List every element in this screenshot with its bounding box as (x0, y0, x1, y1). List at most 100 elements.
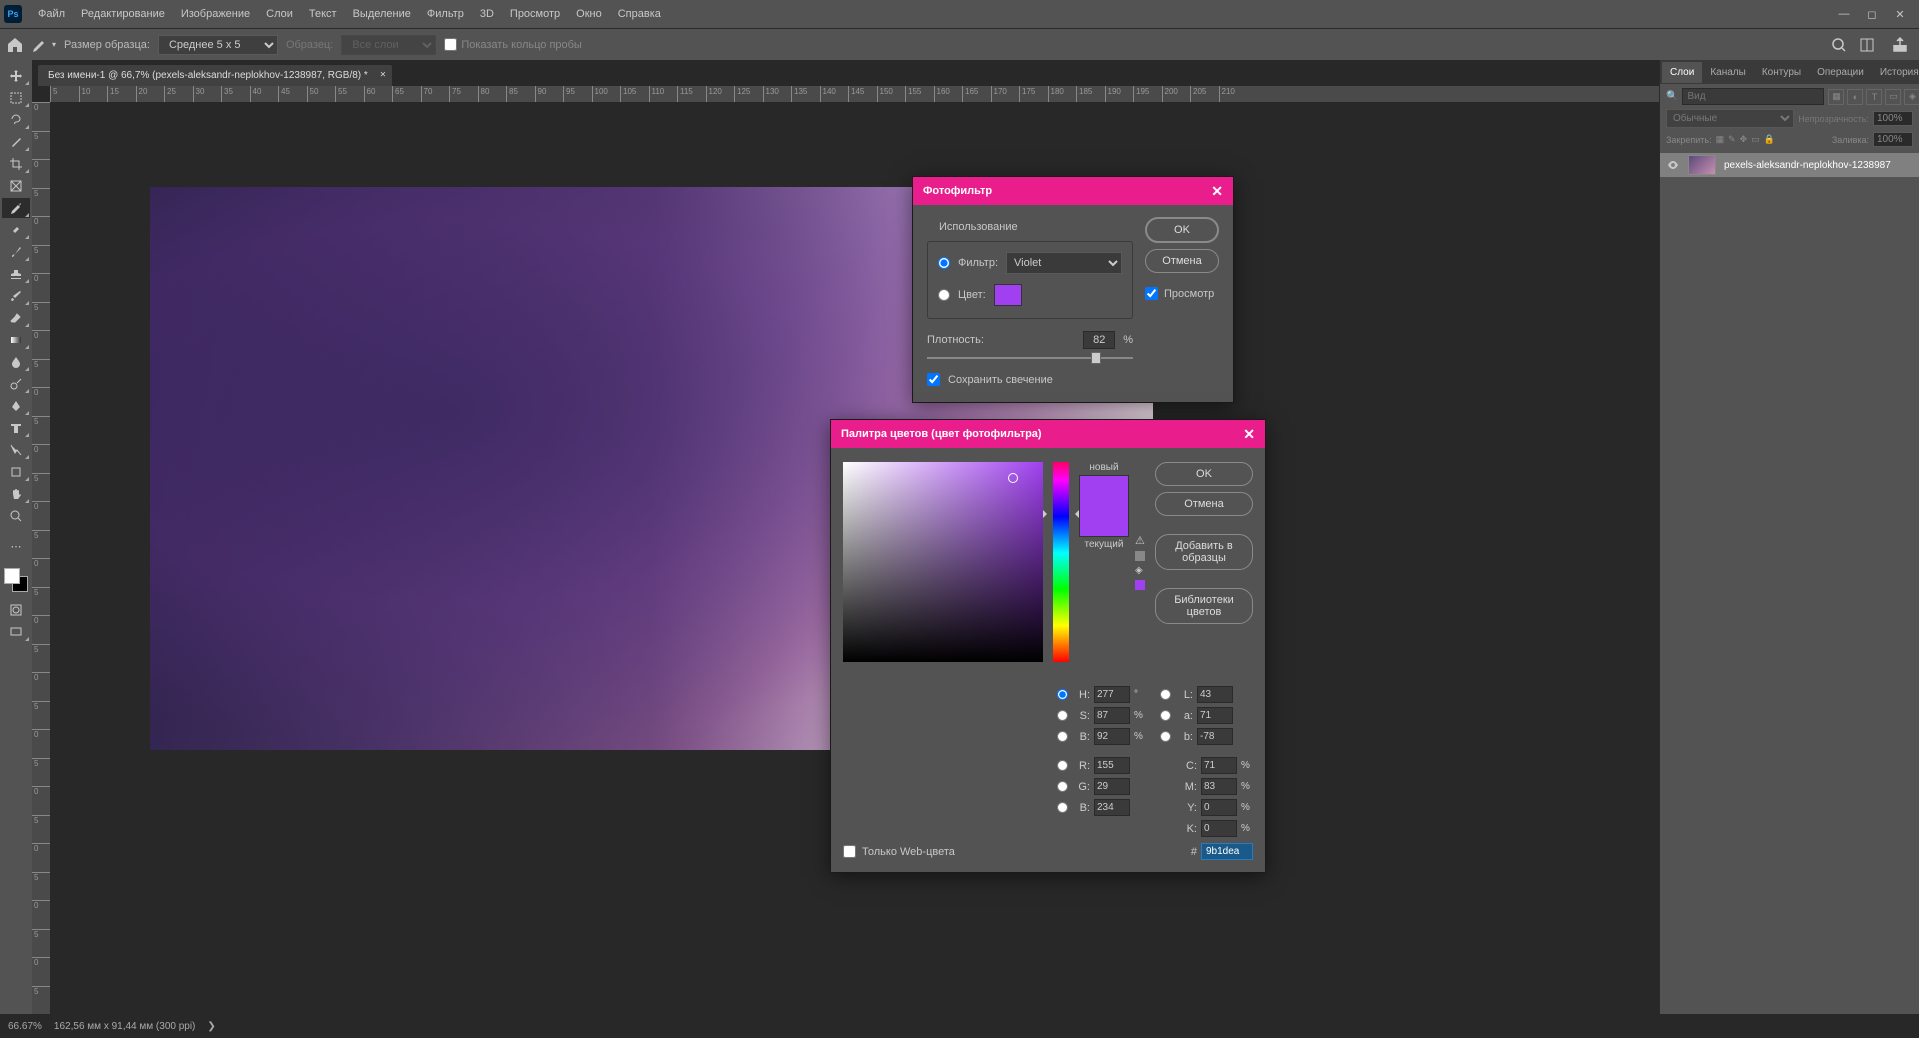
lock-move-icon[interactable]: ✥ (1740, 134, 1748, 145)
color-swatch[interactable] (994, 284, 1022, 306)
density-input[interactable] (1083, 331, 1115, 349)
home-icon[interactable] (6, 36, 24, 54)
menu-text[interactable]: Текст (301, 4, 345, 24)
healing-tool[interactable] (2, 220, 30, 240)
menu-edit[interactable]: Редактирование (73, 4, 173, 24)
y-input[interactable] (1201, 799, 1237, 816)
lasso-tool[interactable] (2, 110, 30, 130)
h-input[interactable] (1094, 686, 1130, 703)
a-input[interactable] (1197, 707, 1233, 724)
tab-channels[interactable]: Каналы (1702, 62, 1754, 83)
filter-smart-icon[interactable]: ◈ (1904, 89, 1919, 105)
hex-input[interactable] (1201, 843, 1253, 860)
fill-input[interactable] (1873, 132, 1913, 147)
screenmode-icon[interactable] (2, 622, 30, 642)
menu-image[interactable]: Изображение (173, 4, 258, 24)
lock-pixels-icon[interactable]: ▦ (1716, 134, 1725, 145)
stamp-tool[interactable] (2, 264, 30, 284)
gamut-warning-icon[interactable]: ⚠ (1135, 534, 1145, 547)
show-ring-check[interactable] (444, 38, 457, 51)
opacity-input[interactable] (1873, 111, 1913, 126)
visibility-icon[interactable] (1666, 158, 1680, 172)
wand-tool[interactable] (2, 132, 30, 152)
web-only-check[interactable] (843, 845, 856, 858)
g-radio[interactable] (1057, 781, 1068, 792)
type-tool[interactable] (2, 418, 30, 438)
c-input[interactable] (1201, 757, 1237, 774)
sample-select[interactable]: Все слои (341, 35, 436, 55)
hand-tool[interactable] (2, 484, 30, 504)
marquee-tool[interactable] (2, 88, 30, 108)
filter-shape-icon[interactable]: ▭ (1885, 89, 1901, 105)
lock-artboard-icon[interactable]: ▭ (1751, 134, 1760, 145)
color-swatches[interactable] (4, 568, 28, 592)
doc-dimensions[interactable]: 162,56 мм x 91,44 мм (300 ppi) (54, 1021, 195, 1032)
move-tool[interactable] (2, 66, 30, 86)
sample-size-select[interactable]: Среднее 5 x 5 (158, 35, 278, 55)
eraser-tool[interactable] (2, 308, 30, 328)
blur-tool[interactable] (2, 352, 30, 372)
r-radio[interactable] (1057, 760, 1068, 771)
menu-3d[interactable]: 3D (472, 4, 502, 24)
tab-actions[interactable]: Операции (1809, 62, 1872, 83)
menu-window[interactable]: Окно (568, 4, 610, 24)
zoom-level[interactable]: 66.67% (8, 1021, 42, 1032)
filter-select[interactable]: Violet (1006, 252, 1122, 274)
dialog-header[interactable]: Фотофильтр ✕ (913, 177, 1233, 205)
websafe-swatch[interactable] (1135, 580, 1145, 590)
menu-select[interactable]: Выделение (345, 4, 419, 24)
filter-adjust-icon[interactable]: ◐ (1847, 89, 1863, 105)
pen-tool[interactable] (2, 396, 30, 416)
l-input[interactable] (1197, 686, 1233, 703)
menu-filter[interactable]: Фильтр (419, 4, 472, 24)
add-swatch-button[interactable]: Добавить в образцы (1155, 534, 1253, 570)
tool-preset[interactable]: ▾ (32, 37, 56, 53)
search-icon[interactable] (1831, 37, 1847, 53)
layer-search-input[interactable] (1682, 88, 1824, 105)
share-icon[interactable] (1891, 36, 1909, 54)
l-radio[interactable] (1160, 689, 1171, 700)
arrange-icon[interactable] (1859, 37, 1875, 53)
filter-type-icon[interactable]: T (1866, 89, 1882, 105)
menu-help[interactable]: Справка (610, 4, 669, 24)
maximize-icon[interactable]: ◻ (1865, 7, 1879, 21)
eyedropper-tool[interactable] (2, 198, 30, 218)
b3-input[interactable] (1197, 728, 1233, 745)
history-brush-tool[interactable] (2, 286, 30, 306)
tab-layers[interactable]: Слои (1662, 62, 1702, 83)
r-input[interactable] (1094, 757, 1130, 774)
color-cursor[interactable] (1008, 473, 1018, 483)
b2-input[interactable] (1094, 799, 1130, 816)
m-input[interactable] (1201, 778, 1237, 795)
filter-pixel-icon[interactable]: ▦ (1828, 89, 1844, 105)
frame-tool[interactable] (2, 176, 30, 196)
web-only-checkbox[interactable]: Только Web-цвета (843, 845, 955, 858)
minimize-icon[interactable]: — (1837, 7, 1851, 21)
brush-tool[interactable] (2, 242, 30, 262)
s-radio[interactable] (1057, 710, 1068, 721)
gamut-swatch[interactable] (1135, 551, 1145, 561)
b-input[interactable] (1094, 728, 1130, 745)
lock-all-icon[interactable]: 🔒 (1764, 134, 1775, 145)
dodge-tool[interactable] (2, 374, 30, 394)
luminosity-checkbox[interactable] (927, 373, 940, 386)
fg-color-swatch[interactable] (4, 568, 20, 584)
zoom-tool[interactable] (2, 506, 30, 526)
cancel-button[interactable]: Отмена (1155, 492, 1253, 516)
path-tool[interactable] (2, 440, 30, 460)
websafe-warning-icon[interactable]: ◈ (1135, 565, 1145, 576)
status-arrow-icon[interactable]: ❯ (207, 1021, 215, 1032)
document-tab[interactable]: Без имени-1 @ 66,7% (pexels-aleksandr-ne… (38, 65, 392, 86)
gradient-tool[interactable] (2, 330, 30, 350)
b3-radio[interactable] (1160, 731, 1171, 742)
edit-toolbar-icon[interactable]: ⋯ (2, 536, 30, 556)
menu-layers[interactable]: Слои (258, 4, 301, 24)
k-input[interactable] (1201, 820, 1237, 837)
layer-item[interactable]: pexels-aleksandr-neplokhov-1238987 (1660, 153, 1919, 177)
hue-slider[interactable] (1053, 462, 1069, 662)
density-slider[interactable] (927, 357, 1133, 359)
crop-tool[interactable] (2, 154, 30, 174)
color-radio[interactable] (938, 289, 950, 301)
tab-close-icon[interactable]: × (380, 70, 386, 81)
shape-tool[interactable] (2, 462, 30, 482)
